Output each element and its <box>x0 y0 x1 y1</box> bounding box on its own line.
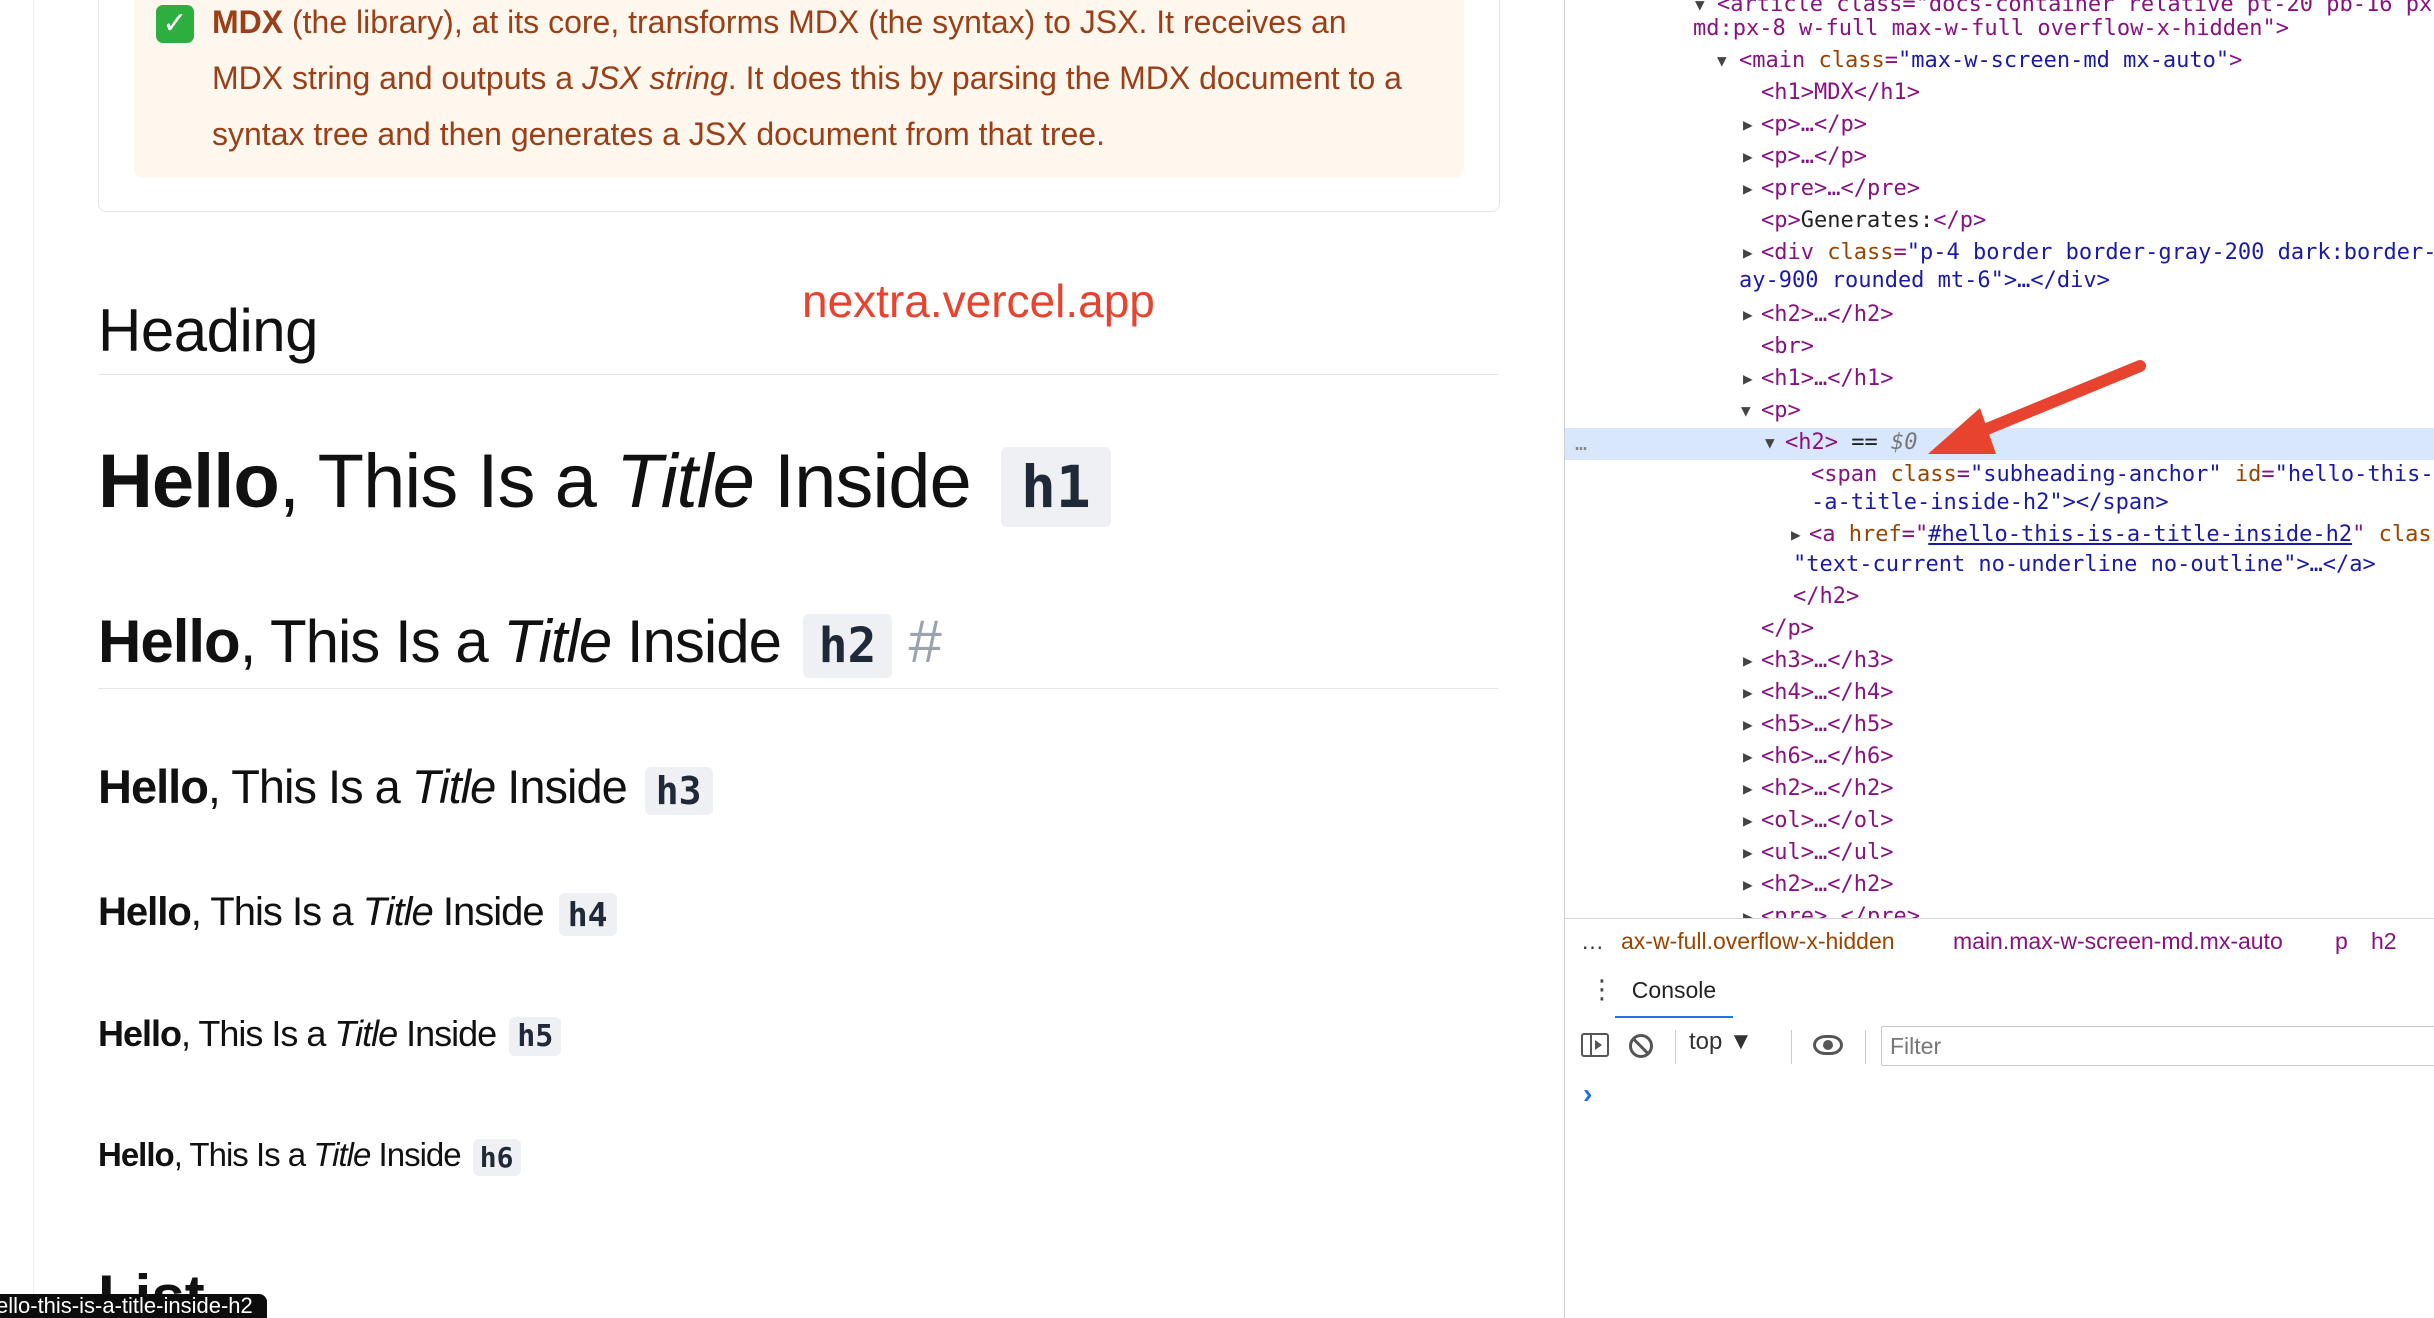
console-toolbar: top ▼ <box>1565 1018 2434 1077</box>
devtools-panel: ▼ <article class="docs-container relative… <box>1564 0 2434 1318</box>
clear-console-icon[interactable] <box>1629 1034 1653 1058</box>
dom-node-p-generates[interactable]: <p>Generates:</p> <box>1565 206 2434 238</box>
dom-node-p-close: </p> <box>1761 616 1814 641</box>
inline-code-h4: h4 <box>558 892 617 936</box>
breadcrumb-item-main[interactable]: main.max-w-screen-md.mx-auto <box>1953 919 2283 963</box>
inline-code-h1: h1 <box>1000 446 1111 527</box>
dom-node-h4[interactable]: ▶ <h4>…</h4> <box>1565 678 2434 710</box>
sidebar-divider <box>33 0 34 1318</box>
dom-node-ol[interactable]: ▶ <ol>…</ol> <box>1565 806 2434 838</box>
dom-node-h3[interactable]: ▶ <h3>…</h3> <box>1565 646 2434 678</box>
dom-href-link[interactable]: #hello-this-is-a-title-inside-h2 <box>1928 522 2352 547</box>
check-mark-icon: ✓ <box>156 5 194 43</box>
dom-node-article-cont: md:px-8 w-full max-w-full overflow-x-hid… <box>1693 16 2290 41</box>
dom-node-pre[interactable]: ▶ <pre>…</pre> <box>1565 174 2434 206</box>
inline-code-h3: h3 <box>644 766 713 815</box>
callout-box: ✓ MDX (the library), at its core, transf… <box>134 0 1464 178</box>
dom-node-h6[interactable]: ▶ <h6>…</h6> <box>1565 742 2434 774</box>
console-filter-input[interactable] <box>1881 1026 2434 1066</box>
dom-node-div-cont: ay-900 rounded mt-6">…</div> <box>1739 268 2110 293</box>
toolbar-divider <box>1675 1030 1676 1064</box>
breadcrumb-item-h2[interactable]: h2 <box>2371 919 2397 963</box>
dom-breadcrumb: … ax-w-full.overflow-x-hidden main.max-w… <box>1565 918 2434 966</box>
heading-h1-example: Hello, This Is a Title Inside h1 <box>98 438 1111 527</box>
tab-console[interactable]: Console <box>1615 964 1733 1019</box>
toolbar-divider <box>1865 1030 1866 1064</box>
section-heading: Heading <box>98 297 319 364</box>
annotation-arrow <box>1928 360 2146 454</box>
dom-node-p[interactable]: ▶ <p>…</p> <box>1565 142 2434 174</box>
dom-node-h5[interactable]: ▶ <h5>…</h5> <box>1565 710 2434 742</box>
breadcrumb-item-article[interactable]: ax-w-full.overflow-x-hidden <box>1621 919 1895 963</box>
dom-node-span-cont: -a-title-inside-h2"></span> <box>1811 490 2169 515</box>
h2-divider <box>98 688 1498 689</box>
link-status-tooltip: ello-this-is-a-title-inside-h2 <box>0 1294 267 1318</box>
dom-node-a-anchor[interactable]: ▶ <a href="#hello-this-is-a-title-inside-… <box>1565 520 2434 552</box>
toolbar-divider <box>1791 1030 1792 1064</box>
dom-node-a-cont: "text-current no-underline no-outline">…… <box>1793 552 2376 577</box>
console-output[interactable]: › <box>1565 1076 2434 1318</box>
callout-line-2: MDX string and outputs a JSX string. It … <box>212 60 1402 96</box>
dom-node-h2[interactable]: ▶ <h2>…</h2> <box>1565 774 2434 806</box>
callout-line-1: MDX (the library), at its core, transfor… <box>212 4 1347 40</box>
section-divider <box>98 374 1498 375</box>
dom-node-h2-close: </h2> <box>1793 584 1860 609</box>
breadcrumb-more[interactable]: … <box>1581 919 1604 963</box>
heading-h2-example: Hello, This Is a Title Inside h2 # <box>98 607 942 679</box>
dom-node-h2[interactable]: ▶ <h2>…</h2> <box>1565 300 2434 332</box>
inline-code-h2: h2 <box>802 614 893 679</box>
heading-h5-example: Hello, This Is a Title Inside h5 <box>98 1013 562 1056</box>
dom-node-ul[interactable]: ▶ <ul>…</ul> <box>1565 838 2434 870</box>
dom-node-h1-mdx[interactable]: <h1>MDX</h1> <box>1565 78 2434 110</box>
drawer-menu-icon[interactable]: ⋮ <box>1589 974 1615 1005</box>
dom-node-main[interactable]: ▼ <main class="max-w-screen-md mx-auto"> <box>1565 46 2434 78</box>
inline-code-h5: h5 <box>509 1016 562 1056</box>
callout-line-3: syntax tree and then generates a JSX doc… <box>212 116 1105 152</box>
heading-h4-example: Hello, This Is a Title Inside h4 <box>98 890 617 936</box>
live-expression-eye-icon[interactable] <box>1813 1035 1843 1055</box>
site-watermark: nextra.vercel.app <box>802 275 1155 327</box>
dom-node-pre[interactable]: ▶ <pre>…</pre> <box>1565 902 2434 918</box>
console-prompt-caret: › <box>1583 1078 1593 1109</box>
heading-h3-example: Hello, This Is a Title Inside h3 <box>98 759 713 815</box>
dom-node-h2[interactable]: ▶ <h2>…</h2> <box>1565 870 2434 902</box>
drawer-tabbar: ⋮ Console <box>1565 964 2434 1019</box>
docs-page: ✓ MDX (the library), at its core, transf… <box>0 0 1564 1318</box>
subheading-anchor-link[interactable]: # <box>908 608 941 675</box>
heading-h6-example: Hello, This Is a Title Inside h6 <box>98 1136 521 1176</box>
dom-node-p[interactable]: ▶ <p>…</p> <box>1565 110 2434 142</box>
console-sidebar-toggle-icon[interactable] <box>1581 1033 1609 1057</box>
breadcrumb-item-p[interactable]: p <box>2335 919 2348 963</box>
inline-code-h6: h6 <box>472 1138 521 1176</box>
execution-context-select[interactable]: top ▼ <box>1689 1028 1753 1056</box>
